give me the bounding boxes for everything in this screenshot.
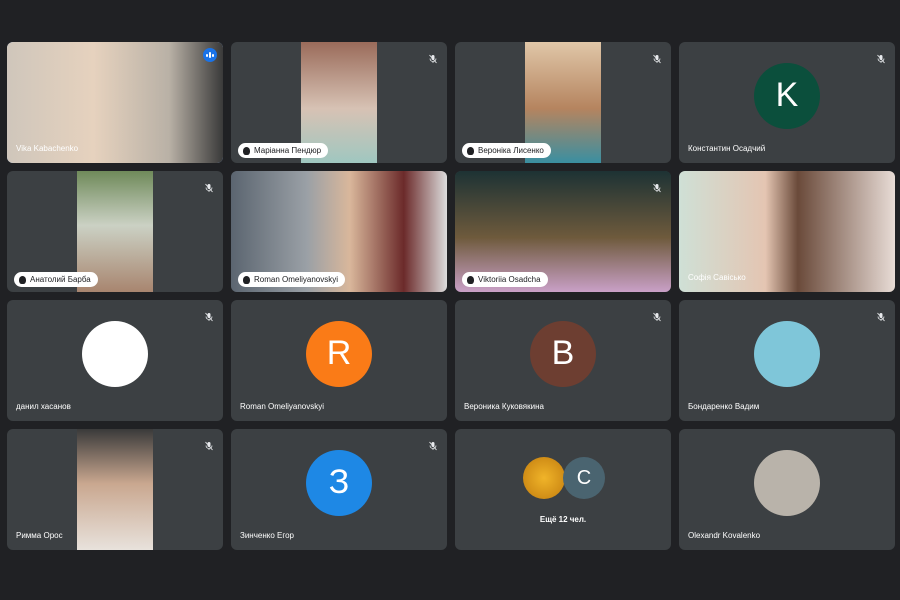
participant-name-pill: Viktoriia Osadcha [462,272,548,287]
avatar [523,457,565,499]
participant-tile[interactable]: данил хасанов [7,300,223,421]
participant-tile[interactable]: Маріанна Пендюр [231,42,447,163]
participant-name-pill: Маріанна Пендюр [238,143,329,158]
participant-name: Вероніка Лисенко [478,146,544,155]
avatar [82,320,148,387]
participant-tile[interactable]: Olexandr Kovalenko [679,429,895,550]
participant-name: Зинченко Егор [240,531,294,540]
pin-icon[interactable] [467,275,474,284]
participant-name: Римма Орос [16,531,63,540]
participant-tile[interactable]: Софія Савісько [679,171,895,292]
pin-icon[interactable] [467,146,474,155]
mic-off-icon [204,180,214,193]
participant-tile[interactable]: С Ещё 12 чел. [455,429,671,550]
participant-tile[interactable]: З Зинченко Егор [231,429,447,550]
participant-tile[interactable]: Римма Орос [7,429,223,550]
participant-name: Olexandr Kovalenko [688,531,761,540]
mic-off-icon [428,438,438,451]
avatar [754,449,820,516]
mic-off-icon [204,438,214,451]
participant-name: Viktoriia Osadcha [478,275,541,284]
participant-tile[interactable]: Roman Omeliyanovskyi [231,171,447,292]
participant-name: Константин Осадчий [688,144,766,153]
avatar: R [306,320,372,387]
participant-tile[interactable]: Анатолий Барба [7,171,223,292]
mic-off-icon [428,51,438,64]
participant-name: Бондаренко Вадим [688,402,760,411]
participant-name: Roman Omeliyanovskyi [240,402,325,411]
mic-off-icon [876,51,886,64]
participant-name: Софія Савісько [688,273,746,282]
participant-grid: Vika Kabachenko Маріанна Пендюр Вероніка Л… [7,42,895,550]
pin-icon[interactable] [243,275,250,284]
speaking-indicator-icon [203,48,217,62]
participant-tile[interactable]: K Константин Осадчий [679,42,895,163]
participant-name-pill: Анатолий Барба [14,272,98,287]
participant-tile[interactable]: Бондаренко Вадим [679,300,895,421]
mic-off-icon [652,180,662,193]
pin-icon[interactable] [243,146,250,155]
avatar: С [563,457,605,499]
participant-tile[interactable]: R Roman Omeliyanovskyi [231,300,447,421]
avatar: B [530,320,596,387]
participant-name: данил хасанов [16,402,71,411]
participant-name: Вероника Куковякина [464,402,544,411]
participant-tile[interactable]: Vika Kabachenko [7,42,223,163]
participant-tile[interactable]: Вероніка Лисенко [455,42,671,163]
participant-name-pill: Вероніка Лисенко [462,143,551,158]
participant-name: Анатолий Барба [30,275,91,284]
pin-icon[interactable] [19,275,26,284]
mic-off-icon [204,309,214,322]
participant-name: Маріанна Пендюр [254,146,322,155]
mic-off-icon [652,309,662,322]
participant-name-pill: Roman Omeliyanovskyi [238,272,346,287]
more-participants-label[interactable]: Ещё 12 чел. [455,515,671,524]
participant-name: Vika Kabachenko [16,144,79,153]
mic-off-icon [652,51,662,64]
avatar: З [306,449,372,516]
participant-name: Roman Omeliyanovskyi [254,275,339,284]
avatar [754,320,820,387]
participant-tile[interactable]: B Вероника Куковякина [455,300,671,421]
video-feed [77,429,153,550]
participant-tile[interactable]: Viktoriia Osadcha [455,171,671,292]
mic-off-icon [876,309,886,322]
avatar: K [754,62,820,129]
